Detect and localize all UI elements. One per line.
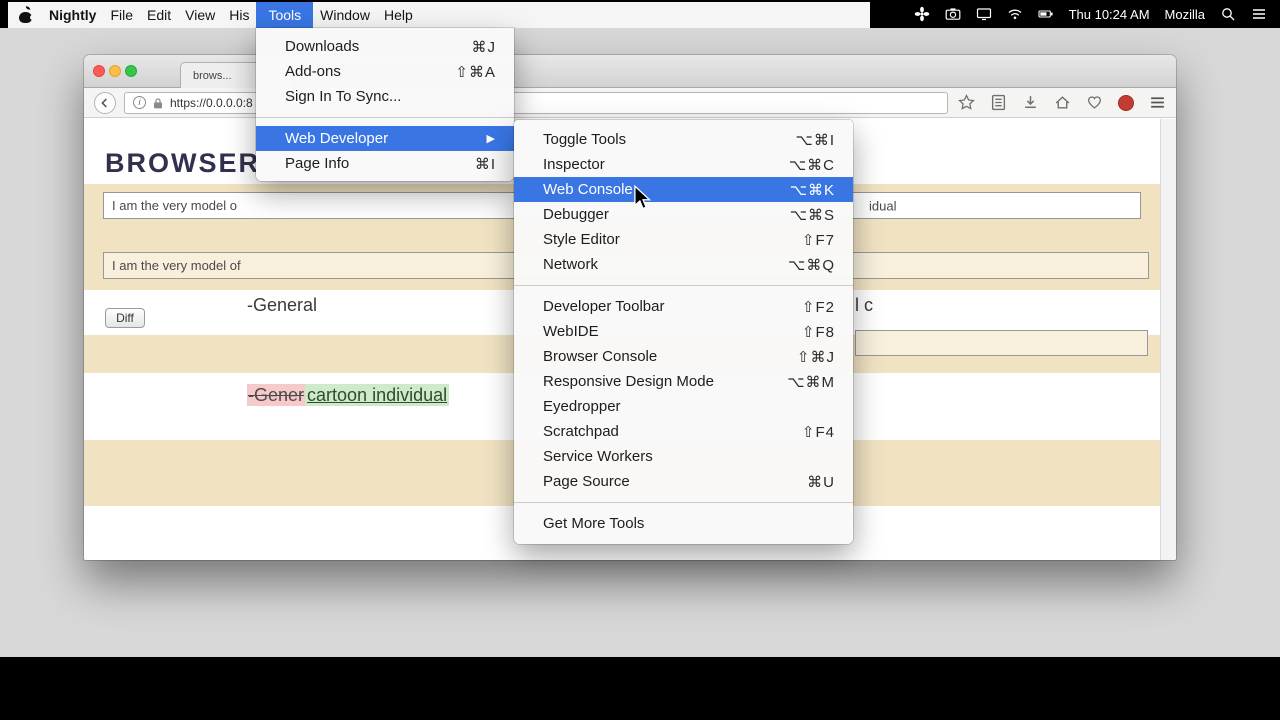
addon-badge-icon[interactable] xyxy=(1118,94,1134,111)
back-button[interactable] xyxy=(94,91,116,114)
menu-icon[interactable] xyxy=(1149,95,1166,110)
menu-bar-status: Thu 10:24 AM Mozilla xyxy=(901,0,1280,28)
right-input-fragment[interactable] xyxy=(855,330,1148,356)
url-text: https://0.0.0.0:8 xyxy=(170,95,253,110)
menu-item-get-more-tools[interactable]: Get More Tools xyxy=(514,511,853,536)
letterbox-bottom xyxy=(0,657,1280,720)
menu-separator xyxy=(514,502,853,503)
menu-separator xyxy=(514,285,853,286)
camera-icon[interactable] xyxy=(945,6,961,22)
menu-item-scratchpad[interactable]: Scratchpad ⇧F4 xyxy=(514,419,853,444)
menubar-item-window[interactable]: Window xyxy=(313,2,377,28)
submenu-arrow-icon: ▶ xyxy=(486,133,496,145)
home-icon[interactable] xyxy=(1054,94,1071,111)
text-input-1-tail: idual xyxy=(869,198,897,213)
menubar-item-nightly[interactable]: Nightly xyxy=(42,2,103,28)
mouse-cursor xyxy=(634,185,651,210)
menu-item-page-info[interactable]: Page Info ⌘I xyxy=(256,151,514,176)
menu-item-eyedropper[interactable]: Eyedropper xyxy=(514,394,853,419)
page-title: BROWSER xyxy=(105,148,260,178)
menu-bar-apps: Nightly File Edit View His Tools Window … xyxy=(8,2,870,28)
menu-item-debugger[interactable]: Debugger ⌥⌘S xyxy=(514,202,853,227)
notification-center-icon[interactable] xyxy=(1251,7,1267,21)
menu-item-downloads[interactable]: Downloads ⌘J xyxy=(256,34,514,59)
menu-item-service-workers[interactable]: Service Workers xyxy=(514,444,853,469)
diff-added-text: cartoon individual xyxy=(305,384,450,406)
spotlight-search-icon[interactable] xyxy=(1220,6,1236,22)
menu-item-sign-in-to-sync[interactable]: Sign In To Sync... xyxy=(256,84,514,109)
downloads-icon[interactable] xyxy=(1022,94,1039,111)
menubar-item-help[interactable]: Help xyxy=(377,2,420,28)
tab-title: brows... xyxy=(193,69,232,82)
screen: brows... i https://0.0.0.0:8 BROWSER I a… xyxy=(0,0,1280,720)
battery-icon[interactable] xyxy=(1038,6,1054,22)
window-titlebar: brows... xyxy=(84,55,1176,88)
menu-item-page-source[interactable]: Page Source ⌘U xyxy=(514,469,853,494)
tools-menu: Downloads ⌘J Add-ons ⇧⌘A Sign In To Sync… xyxy=(256,28,514,181)
user-menu[interactable]: Mozilla xyxy=(1165,7,1205,22)
menu-item-web-developer[interactable]: Web Developer ▶ xyxy=(256,126,514,151)
minimize-window-button[interactable] xyxy=(109,65,121,77)
toolbar-icons xyxy=(958,94,1166,111)
menu-item-responsive-design-mode[interactable]: Responsive Design Mode ⌥⌘M xyxy=(514,369,853,394)
menubar-item-history[interactable]: His xyxy=(222,2,256,28)
menubar-item-file[interactable]: File xyxy=(103,2,140,28)
menu-item-network[interactable]: Network ⌥⌘Q xyxy=(514,252,853,277)
menubar-item-tools[interactable]: Tools xyxy=(256,2,314,28)
menu-item-add-ons[interactable]: Add-ons ⇧⌘A xyxy=(256,59,514,84)
diff-button[interactable]: Diff xyxy=(105,308,145,328)
fan-icon[interactable] xyxy=(914,6,930,22)
close-window-button[interactable] xyxy=(93,65,105,77)
info-icon[interactable]: i xyxy=(133,96,146,109)
menu-item-style-editor[interactable]: Style Editor ⇧F7 xyxy=(514,227,853,252)
menu-item-developer-toolbar[interactable]: Developer Toolbar ⇧F2 xyxy=(514,294,853,319)
menu-item-browser-console[interactable]: Browser Console ⇧⌘J xyxy=(514,344,853,369)
apple-menu-icon[interactable] xyxy=(8,2,42,28)
menu-item-inspector[interactable]: Inspector ⌥⌘C xyxy=(514,152,853,177)
bookmarks-list-icon[interactable] xyxy=(990,94,1007,111)
wifi-icon[interactable] xyxy=(1007,6,1023,22)
right-text-fragment: l c xyxy=(855,295,873,315)
browser-toolbar: i https://0.0.0.0:8 xyxy=(84,88,1176,118)
menubar-item-view[interactable]: View xyxy=(178,2,222,28)
general-text: -General xyxy=(247,295,318,315)
menu-bar: Nightly File Edit View His Tools Window … xyxy=(0,0,1280,28)
diff-output: -Gener cartoon individual xyxy=(247,384,450,406)
menu-separator xyxy=(256,117,514,118)
back-arrow-icon xyxy=(101,98,107,107)
zoom-window-button[interactable] xyxy=(125,65,137,77)
display-icon[interactable] xyxy=(976,6,992,22)
clock[interactable]: Thu 10:24 AM xyxy=(1069,7,1150,22)
diff-removed-text: -Gener xyxy=(247,384,306,406)
pocket-heart-icon[interactable] xyxy=(1086,94,1103,111)
menubar-item-edit[interactable]: Edit xyxy=(140,2,178,28)
bookmark-star-icon[interactable] xyxy=(958,94,975,111)
menu-item-web-console[interactable]: Web Console ⌥⌘K xyxy=(514,177,853,202)
web-developer-submenu: Toggle Tools ⌥⌘I Inspector ⌥⌘C Web Conso… xyxy=(514,120,853,544)
menu-item-webide[interactable]: WebIDE ⇧F8 xyxy=(514,319,853,344)
menu-item-toggle-tools[interactable]: Toggle Tools ⌥⌘I xyxy=(514,127,853,152)
lock-icon[interactable] xyxy=(152,97,164,109)
scrollbar[interactable] xyxy=(1160,119,1176,560)
url-bar[interactable]: i https://0.0.0.0:8 xyxy=(124,91,948,114)
